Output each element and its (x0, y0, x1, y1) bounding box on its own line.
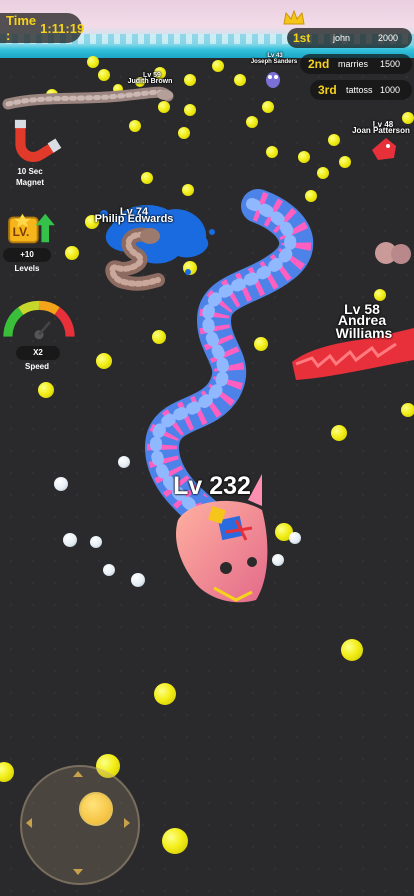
enemy-name-label: Philip Edwards (94, 213, 174, 225)
speed-value-pill: X2 (16, 346, 60, 360)
levels-badge-text: LV. (12, 225, 30, 239)
game-board[interactable]: Time : 1:11:19 1st john 2000 2nd marries… (0, 0, 414, 896)
enemy-name-label: Joan Patterson (352, 126, 410, 135)
magnet-label: Magnet (16, 178, 44, 187)
enemy-snake-purple (266, 72, 280, 88)
magnet-icon[interactable] (8, 118, 66, 164)
player-level-label: Lv 232 (173, 472, 251, 500)
enemy-snake-pink-blob (375, 242, 411, 264)
joystick-arrows (26, 771, 130, 875)
player-snake (145, 189, 314, 603)
enemy-name-label: Joseph Sanders (250, 59, 298, 65)
magnet-duration-label: 10 Sec (17, 167, 43, 176)
enemy-name-label: Judith Brown (127, 78, 173, 85)
enemy-name-label: Williams (335, 325, 393, 341)
enemy-snake-red-small (372, 138, 396, 160)
levels-label: Levels (14, 264, 40, 273)
levels-value-pill: +10 (3, 248, 51, 262)
speedometer-icon[interactable] (2, 300, 76, 342)
enemy-snake-grey (2, 86, 174, 110)
speed-label: Speed (24, 362, 50, 371)
